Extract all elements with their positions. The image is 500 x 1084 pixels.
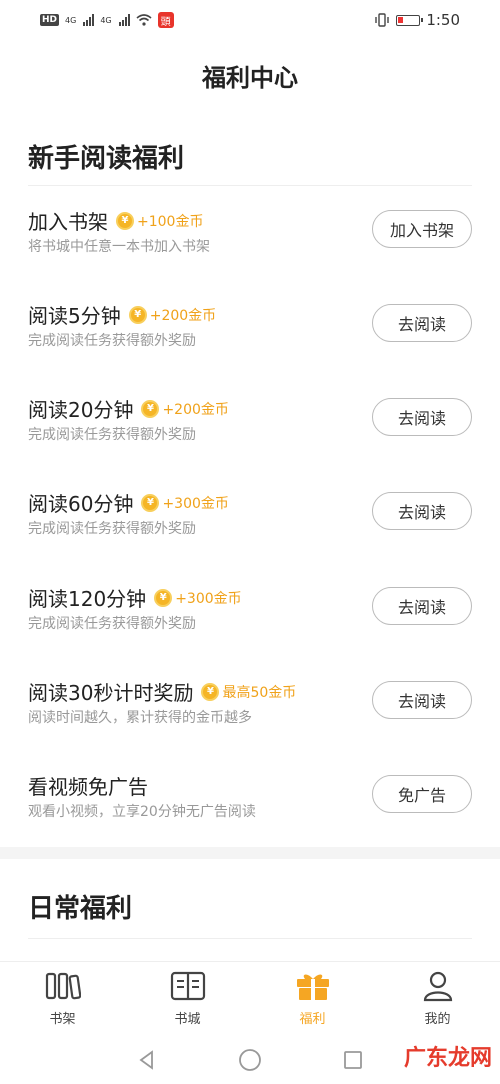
reward-badge: ¥ +200金币: [128, 305, 217, 325]
task-name: 阅读60分钟: [28, 492, 134, 516]
divider: [28, 938, 472, 939]
back-icon[interactable]: [136, 1049, 158, 1071]
tab-welfare[interactable]: 福利: [250, 962, 375, 1035]
coin-icon: ¥: [201, 682, 220, 701]
status-time: 1:50: [426, 11, 460, 29]
signal-icon: [118, 14, 130, 26]
app-notification-icon: 頭: [157, 12, 174, 28]
gift-icon: [296, 974, 329, 1000]
tab-mine[interactable]: 我的: [375, 962, 500, 1035]
go-read-button[interactable]: 去阅读: [372, 304, 472, 342]
add-to-shelf-button[interactable]: 加入书架: [372, 210, 472, 248]
tab-label: 福利: [299, 1012, 326, 1027]
task-name: 加入书架: [28, 210, 108, 234]
reward-text: 最高50金币: [222, 684, 297, 701]
reward-text: +200金币: [149, 307, 217, 324]
task-desc: 完成阅读任务获得额外奖励: [28, 616, 196, 632]
bottom-tab-bar: 书架 书城 福利 我的: [0, 961, 500, 1035]
reward-text: +300金币: [162, 495, 229, 512]
task-title-row: 阅读120分钟 ¥ +300金币: [28, 583, 242, 612]
hd-indicator: HD: [40, 14, 60, 26]
task-item: 阅读120分钟 ¥ +300金币 完成阅读任务获得额外奖励 去阅读: [28, 573, 472, 667]
task-desc: 完成阅读任务获得额外奖励: [28, 333, 196, 349]
coin-icon: ¥: [141, 493, 160, 512]
task-item: 阅读5分钟 ¥ +200金币 完成阅读任务获得额外奖励 去阅读: [28, 290, 472, 384]
bookshelf-icon: [45, 972, 81, 1000]
task-name: 阅读30秒计时奖励: [28, 681, 194, 705]
coin-icon: ¥: [154, 588, 173, 607]
task-desc: 完成阅读任务获得额外奖励: [28, 521, 196, 537]
task-title-row: 看视频免广告: [28, 771, 148, 800]
home-icon[interactable]: [238, 1048, 262, 1072]
reward-text: +100金币: [137, 213, 204, 230]
reward-badge: ¥ +300金币: [141, 493, 229, 513]
user-icon: [423, 971, 452, 1002]
task-title-row: 阅读20分钟 ¥ +200金币: [28, 394, 229, 423]
task-item: 看视频免广告 观看小视频，立享20分钟无广告阅读 免广告: [28, 761, 472, 855]
task-title-row: 阅读60分钟 ¥ +300金币: [28, 488, 229, 517]
reward-text: +200金币: [162, 401, 229, 418]
reward-badge: ¥ +300金币: [154, 588, 242, 608]
vibrate-icon: [375, 13, 390, 27]
divider: [28, 185, 472, 186]
reward-badge: ¥ 最高50金币: [201, 682, 296, 702]
go-read-button[interactable]: 去阅读: [372, 587, 472, 625]
network-type-1: 4G: [65, 15, 77, 25]
tab-label: 书城: [174, 1012, 201, 1027]
reward-badge: ¥ +100金币: [116, 211, 203, 231]
tab-bookstore[interactable]: 书城: [125, 962, 250, 1035]
watermark-logo: 广东龙网: [403, 1045, 492, 1071]
network-type-2: 4G: [100, 15, 112, 25]
recents-icon[interactable]: [342, 1049, 364, 1071]
task-name: 看视频免广告: [28, 775, 148, 799]
task-item: 阅读60分钟 ¥ +300金币 完成阅读任务获得额外奖励 去阅读: [28, 478, 472, 572]
section-title-daily: 日常福利: [28, 894, 133, 924]
task-desc: 完成阅读任务获得额外奖励: [28, 427, 196, 443]
coin-icon: ¥: [116, 211, 134, 230]
task-item: 加入书架 ¥ +100金币 将书城中任意一本书加入书架 加入书架: [28, 196, 472, 290]
coin-icon: ¥: [141, 399, 160, 418]
tab-bookshelf[interactable]: 书架: [0, 962, 125, 1035]
tab-label: 书架: [49, 1012, 76, 1027]
reward-badge: ¥ +200金币: [141, 399, 229, 419]
battery-icon: [396, 14, 424, 26]
task-desc: 观看小视频，立享20分钟无广告阅读: [28, 804, 256, 820]
signal-icon: [83, 14, 95, 26]
go-read-button[interactable]: 去阅读: [372, 398, 472, 436]
go-read-button[interactable]: 去阅读: [372, 492, 472, 530]
reward-text: +300金币: [175, 590, 242, 607]
task-item: 阅读30秒计时奖励 ¥ 最高50金币 阅读时间越久，累计获得的金币越多 去阅读: [28, 667, 472, 761]
wifi-icon: [136, 14, 152, 26]
task-name: 阅读120分钟: [28, 587, 147, 611]
coin-icon: ¥: [128, 305, 147, 324]
tab-label: 我的: [424, 1012, 451, 1027]
book-icon: [170, 971, 205, 1001]
section-title-newbie: 新手阅读福利: [28, 144, 185, 174]
status-left: HD 4G 4G 頭: [40, 12, 174, 28]
status-bar: HD 4G 4G 頭 1:50: [0, 0, 500, 40]
task-item: 阅读20分钟 ¥ +200金币 完成阅读任务获得额外奖励 去阅读: [28, 384, 472, 478]
task-title-row: 阅读5分钟 ¥ +200金币: [28, 300, 216, 329]
task-name: 阅读5分钟: [28, 304, 121, 328]
page-title: 福利中心: [202, 63, 298, 92]
task-title-row: 加入书架 ¥ +100金币: [28, 206, 203, 235]
section-separator: [0, 847, 500, 859]
ad-free-button[interactable]: 免广告: [372, 775, 472, 813]
status-right: 1:50: [374, 11, 460, 29]
task-desc: 将书城中任意一本书加入书架: [28, 239, 210, 255]
task-name: 阅读20分钟: [28, 398, 134, 422]
task-title-row: 阅读30秒计时奖励 ¥ 最高50金币: [28, 677, 296, 706]
task-desc: 阅读时间越久，累计获得的金币越多: [28, 710, 252, 726]
go-read-button[interactable]: 去阅读: [372, 681, 472, 719]
